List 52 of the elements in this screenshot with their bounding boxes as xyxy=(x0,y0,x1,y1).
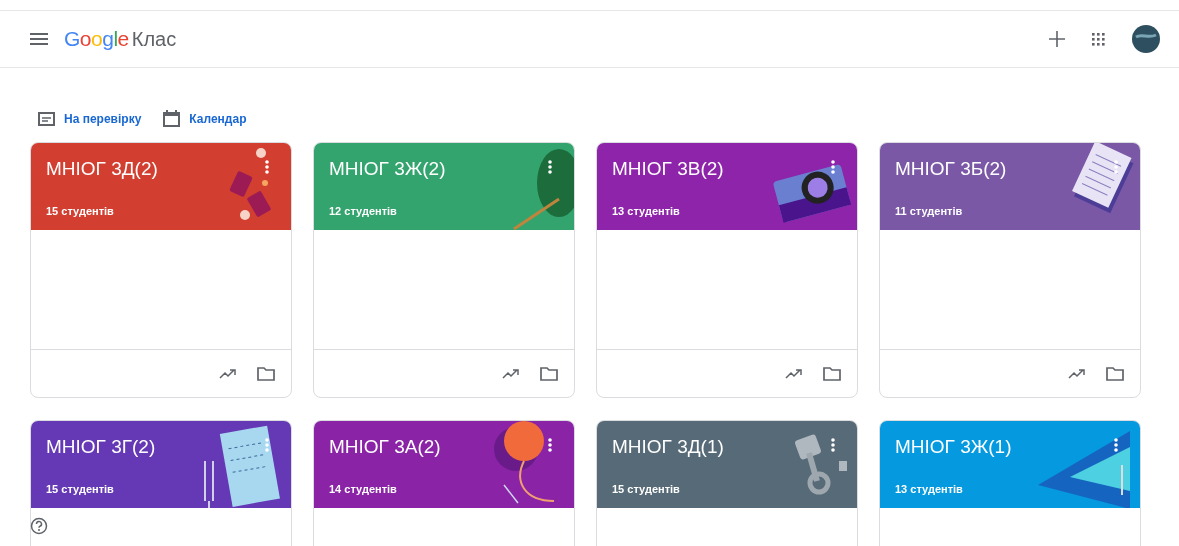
folder-button[interactable] xyxy=(540,366,558,381)
class-card-header[interactable]: МНІОГ 3Д(2) 15 студентів xyxy=(31,143,291,230)
student-count: 11 студентів xyxy=(895,205,964,217)
class-name[interactable]: МНІОГ 3Г(2) xyxy=(46,436,276,458)
tickets-drawing xyxy=(229,148,272,220)
logo-product: Клас xyxy=(131,28,177,51)
more-options-button[interactable] xyxy=(831,160,835,174)
class-card-header[interactable]: МНІОГ 3Ж(1) 13 студентів xyxy=(880,421,1140,508)
class-card-header[interactable]: МНІОГ 3А(2) 14 студентів xyxy=(314,421,574,508)
class-name[interactable]: МНІОГ 3Д(1) xyxy=(612,436,842,458)
student-count: 13 студентів xyxy=(895,483,964,495)
piston-drawing xyxy=(794,433,847,495)
class-card-header[interactable]: МНІОГ 3Б(2) 11 студентів xyxy=(880,143,1140,230)
more-options-button[interactable] xyxy=(265,160,269,174)
folder-button[interactable] xyxy=(823,366,841,381)
more-options-button[interactable] xyxy=(1114,438,1118,452)
trending-up-button[interactable] xyxy=(219,368,237,379)
folder-button[interactable] xyxy=(1106,366,1124,381)
help-button[interactable] xyxy=(30,517,48,535)
apps-button[interactable] xyxy=(1091,32,1105,46)
notebook-drawing xyxy=(1072,143,1134,214)
more-options-button[interactable] xyxy=(548,438,552,452)
class-name[interactable]: МНІОГ 3Б(2) xyxy=(895,158,1125,180)
folder-button[interactable] xyxy=(257,366,275,381)
student-count: 12 студентів xyxy=(329,205,398,217)
more-options-button[interactable] xyxy=(831,438,835,452)
class-card-header[interactable]: МНІОГ 3Ж(2) 12 студентів xyxy=(314,143,574,230)
calendar-icon xyxy=(163,110,181,127)
class-name[interactable]: МНІОГ 3В(2) xyxy=(612,158,842,180)
more-options-button[interactable] xyxy=(548,160,552,174)
class-name[interactable]: МНІОГ 3Ж(2) xyxy=(329,158,559,180)
logo-brand: Google xyxy=(64,27,129,51)
student-count: 15 студентів xyxy=(612,483,681,495)
add-button[interactable] xyxy=(1049,31,1065,47)
trending-up-button[interactable] xyxy=(1068,368,1086,379)
menu-button[interactable] xyxy=(30,33,48,45)
nav-link[interactable]: На перевірку xyxy=(38,95,142,142)
avatar-button[interactable] xyxy=(1131,24,1161,54)
trending-up-button[interactable] xyxy=(502,368,520,379)
class-card-header[interactable]: МНІОГ 3Д(1) 15 студентів xyxy=(597,421,857,508)
student-count: 13 студентів xyxy=(612,205,681,217)
student-count: 15 студентів xyxy=(46,483,115,495)
class-name[interactable]: МНІОГ 3А(2) xyxy=(329,436,559,458)
class-card-header[interactable]: МНІОГ 3Г(2) 15 студентів xyxy=(31,421,291,508)
class-name[interactable]: МНІОГ 3Ж(1) xyxy=(895,436,1125,458)
class-name[interactable]: МНІОГ 3Д(2) xyxy=(46,158,276,180)
trending-up-button[interactable] xyxy=(785,368,803,379)
student-count: 14 студентів xyxy=(329,483,398,495)
class-card-header[interactable]: МНІОГ 3В(2) 13 студентів xyxy=(597,143,857,230)
assignment-icon xyxy=(38,111,55,126)
student-count: 15 студентів xyxy=(46,205,115,217)
nav-link[interactable]: Календар xyxy=(163,95,247,142)
